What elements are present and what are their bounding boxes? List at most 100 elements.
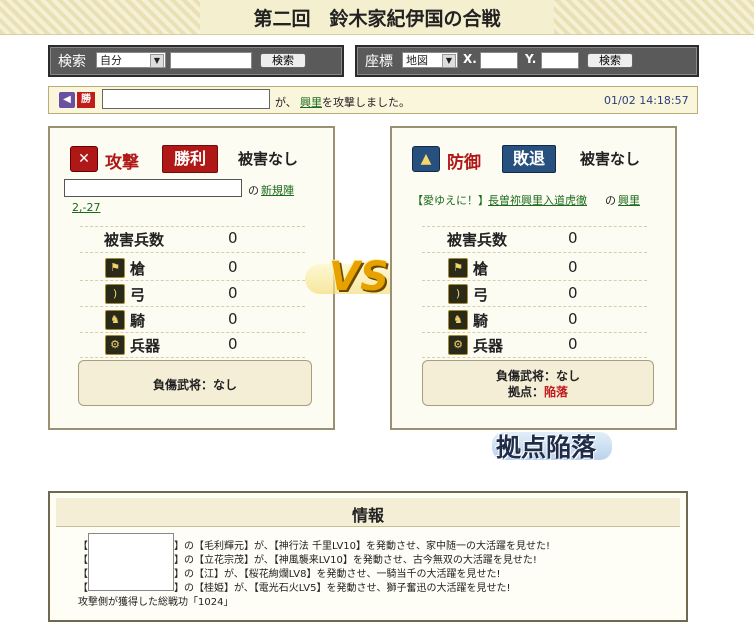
- x-label: X.: [463, 52, 477, 66]
- defense-unit-cavalry-value: 0: [568, 310, 578, 328]
- divider: [80, 252, 305, 253]
- info-bracket: 【: [78, 541, 88, 552]
- defender-village-link[interactable]: 興里: [618, 192, 640, 208]
- attack-unit-weapon-label: 兵器: [130, 337, 161, 355]
- info-total: 攻撃側が獲得した総戦功「1024」: [78, 597, 234, 608]
- map-type-select[interactable]: 地図 ▼: [402, 52, 458, 68]
- info-title: 情報: [351, 506, 384, 525]
- bow-icon: ): [105, 284, 125, 304]
- defense-base-value: 陥落: [544, 385, 569, 399]
- info-panel: 情報 【 【 【 【 】の【毛利輝元】が、【神行法 千里LV10】を発動させ、家…: [48, 491, 688, 622]
- attacker-village-name-box: [64, 179, 242, 197]
- attack-unit-cavalry-label: 騎: [130, 312, 146, 330]
- map-type-value: 地図: [406, 54, 428, 67]
- defense-result-badge: 敗退: [502, 145, 556, 173]
- defense-label: 防御: [447, 153, 481, 173]
- defense-losses-value: 0: [568, 229, 578, 247]
- search-input[interactable]: [170, 52, 252, 69]
- defender-alliance: 【愛ゆえに！】: [412, 194, 489, 207]
- message-suffix: を攻撃しました。: [322, 96, 410, 109]
- defense-unit-cavalry-label: 騎: [473, 312, 489, 330]
- search-bar: 検索 自分 ▼ 検索: [48, 45, 344, 77]
- divider: [422, 252, 647, 253]
- defense-unit-bow-value: 0: [568, 284, 578, 302]
- attack-unit-bow-label: 弓: [130, 286, 146, 304]
- divider: [80, 357, 305, 358]
- search-type-value: 自分: [100, 54, 122, 67]
- horse-icon: ♞: [105, 310, 125, 330]
- info-header: 情報: [56, 498, 680, 527]
- target-village-link[interactable]: 興里: [300, 94, 322, 110]
- vs-text: VS: [329, 254, 389, 300]
- attack-losses-value: 0: [228, 229, 238, 247]
- x-coord-input[interactable]: [480, 52, 518, 69]
- divider: [422, 306, 647, 307]
- spear-icon: ⚑: [105, 258, 125, 278]
- attack-damage-status: 被害なし: [238, 150, 299, 168]
- redacted-name-box: [88, 533, 174, 591]
- defense-unit-spear-label: 槍: [473, 260, 489, 278]
- defense-panel: ▲ 防御 敗退 被害なし 【愛ゆえに！】 長曽祢興里入道虎徹 の 興里 被害兵数…: [390, 126, 677, 430]
- info-bracket: 【: [78, 583, 88, 594]
- divider: [422, 280, 647, 281]
- defense-unit-weapon-label: 兵器: [473, 337, 504, 355]
- message-middle: が、: [275, 96, 297, 109]
- attacker-village-link[interactable]: 新規陣: [261, 182, 294, 198]
- base-fallen-text: 拠点陥落: [496, 433, 597, 462]
- y-coord-input[interactable]: [541, 52, 579, 69]
- defense-base-label: 拠点：: [507, 385, 544, 399]
- info-line: 】の【江】が、【桜花絢爛LV8】を発動させ、一騎当千の大活躍を見せた!: [174, 569, 501, 580]
- divider: [80, 280, 305, 281]
- attacker-name-box: [102, 89, 270, 109]
- chevron-down-icon: ▼: [150, 54, 164, 68]
- info-line: 】の【桂姫】が、【電光石火LV5】を発動させ、獅子奮迅の大活躍を見せた!: [174, 583, 511, 594]
- weapon-icon: ⚙: [105, 335, 125, 355]
- info-bracket: 【: [78, 555, 88, 566]
- attacker-coord-link[interactable]: 2,-27: [72, 201, 100, 214]
- divider: [80, 332, 305, 333]
- search-button[interactable]: 検索: [260, 53, 306, 68]
- crossed-swords-icon: ✕: [70, 146, 98, 172]
- page-title: 第二回 鈴木家紀伊国の合戦: [253, 8, 501, 30]
- report-type-icon: ◀: [59, 92, 75, 108]
- helmet-icon: ▲: [412, 146, 440, 172]
- defense-injured-text: 負傷武将：なし: [495, 369, 580, 383]
- attack-losses-label: 被害兵数: [104, 231, 165, 249]
- attack-panel: ✕ 攻撃 勝利 被害なし の 新規陣 2,-27 被害兵数 0 ⚑ 槍 0 ) …: [48, 126, 335, 430]
- divider: [422, 226, 647, 227]
- defense-unit-bow-label: 弓: [473, 286, 489, 304]
- divider: [422, 357, 647, 358]
- attack-unit-spear-label: 槍: [130, 260, 146, 278]
- attack-injured-text: 負傷武将：なし: [152, 378, 237, 392]
- title-bar: 第二回 鈴木家紀伊国の合戦: [0, 0, 754, 35]
- spear-icon: ⚑: [448, 258, 468, 278]
- defense-injured-box: 負傷武将：なし 拠点：陥落: [422, 360, 654, 406]
- base-fallen-stamp: 拠点陥落: [492, 420, 612, 472]
- defense-unit-spear-value: 0: [568, 258, 578, 276]
- attack-unit-spear-value: 0: [228, 258, 238, 276]
- win-badge: 勝: [77, 92, 95, 108]
- attack-name-suffix: の: [248, 184, 259, 197]
- defense-damage-status: 被害なし: [580, 150, 641, 168]
- search-type-select[interactable]: 自分 ▼: [96, 52, 166, 68]
- info-line: 】の【立花宗茂】が、【神風襲来LV10】を発動させ、古今無双の大活躍を見せた!: [174, 555, 537, 566]
- info-line: 】の【毛利輝元】が、【神行法 千里LV10】を発動させ、家中随一の大活躍を見せた…: [174, 541, 551, 552]
- attack-result-badge: 勝利: [162, 145, 218, 173]
- coord-search-button[interactable]: 検索: [587, 53, 633, 68]
- horse-icon: ♞: [448, 310, 468, 330]
- battle-message-bar: ◀ 勝 が、 興里 を攻撃しました。 01/02 14:18:57: [48, 86, 698, 114]
- divider: [80, 226, 305, 227]
- defender-player-link[interactable]: 長曽祢興里入道虎徹: [488, 192, 587, 208]
- defense-unit-weapon-value: 0: [568, 335, 578, 353]
- divider: [80, 306, 305, 307]
- chevron-down-icon: ▼: [442, 54, 456, 68]
- y-label: Y.: [525, 52, 537, 66]
- timestamp: 01/02 14:18:57: [604, 94, 689, 107]
- info-bracket: 【: [78, 569, 88, 580]
- coord-label: 座標: [365, 54, 393, 70]
- defense-losses-label: 被害兵数: [447, 231, 508, 249]
- bow-icon: ): [448, 284, 468, 304]
- attack-label: 攻撃: [105, 153, 139, 173]
- attack-injured-box: 負傷武将：なし: [78, 360, 312, 406]
- weapon-icon: ⚙: [448, 335, 468, 355]
